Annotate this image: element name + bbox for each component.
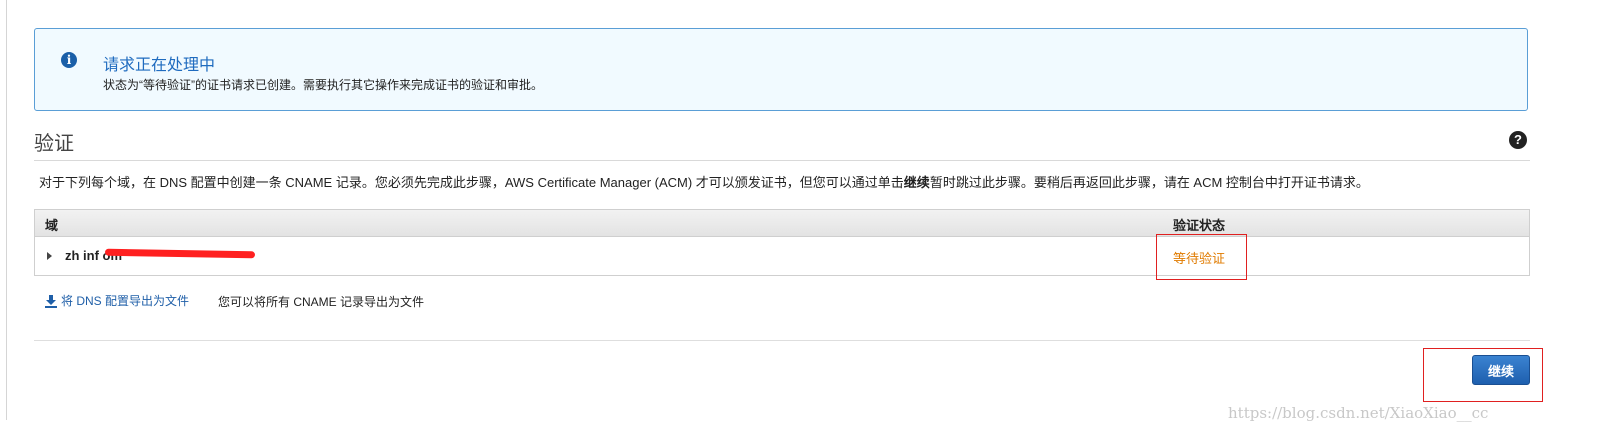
left-border [6,0,7,420]
redaction-mark [104,248,256,259]
export-dns-link[interactable]: 将 DNS 配置导出为文件 [44,292,189,309]
watermark: https://blog.csdn.net/XiaoXiao__cc [1228,404,1489,422]
table-row[interactable]: zh inf om 等待验证 [35,237,1529,276]
table-header: 域 验证状态 [35,210,1529,237]
column-header-domain: 域 [45,218,59,233]
info-message: 状态为“等待验证”的证书请求已创建。需要执行其它操作来完成证书的验证和审批。 [103,78,543,92]
section-title: 验证 [34,131,74,155]
footer-divider [34,340,1530,341]
domain-validation-table: 域 验证状态 zh inf om 等待验证 [34,209,1530,276]
section-divider [34,160,1530,161]
export-link-label: 将 DNS 配置导出为文件 [61,294,190,308]
description-text-before: 对于下列每个域，在 DNS 配置中创建一条 CNAME 记录。您必须先完成此步骤… [39,175,904,190]
description-text-after: 暂时跳过此步骤。要稍后再返回此步骤，请在 ACM 控制台中打开证书请求。 [929,175,1369,190]
button-annotation-box [1423,348,1543,402]
section-description: 对于下列每个域，在 DNS 配置中创建一条 CNAME 记录。您必须先完成此步骤… [39,172,1369,191]
info-icon: i [61,52,77,68]
download-icon [45,294,57,308]
expand-caret-icon[interactable] [47,252,52,260]
export-hint: 您可以将所有 CNAME 记录导出为文件 [218,295,425,309]
column-header-status: 验证状态 [1173,218,1226,233]
info-alert: i 请求正在处理中 状态为“等待验证”的证书请求已创建。需要执行其它操作来完成证… [34,28,1528,111]
help-icon[interactable]: ? [1509,131,1527,149]
status-annotation-box [1156,234,1247,280]
info-title: 请求正在处理中 [103,55,216,74]
description-bold-continue: 继续 [903,175,930,190]
